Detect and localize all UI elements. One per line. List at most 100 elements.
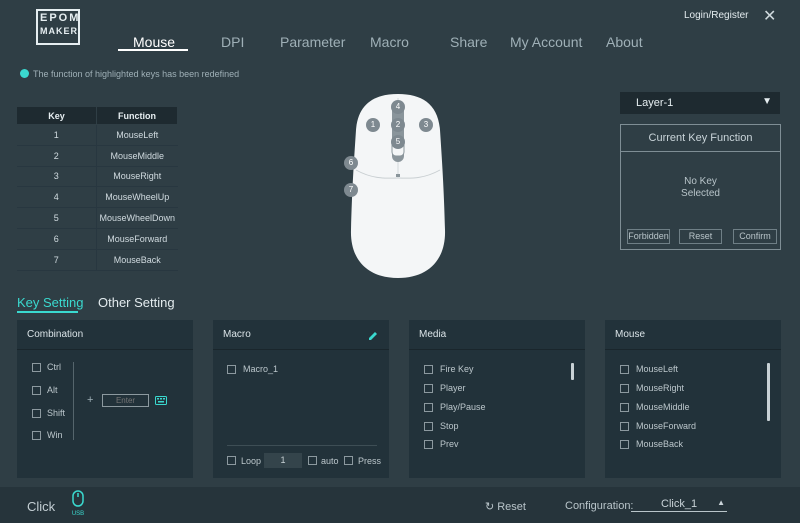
refresh-icon: ↻ xyxy=(485,501,495,513)
close-icon[interactable]: ✕ xyxy=(763,6,776,26)
media-item-checkbox[interactable] xyxy=(424,365,433,374)
macro-divider xyxy=(227,445,377,446)
mouse-item-label: MouseForward xyxy=(636,421,697,431)
table-row[interactable]: 7 MouseBack xyxy=(16,249,178,271)
ctrl-label: Ctrl xyxy=(47,362,61,372)
chevron-up-icon: ▲ xyxy=(717,498,725,507)
reset-configuration-button[interactable]: ↻ Reset xyxy=(485,500,526,513)
configuration-label: Configuration: xyxy=(565,500,634,512)
table-row[interactable]: 3 MouseRight xyxy=(16,166,178,188)
key-cell: 4 xyxy=(16,186,97,209)
media-item-checkbox[interactable] xyxy=(424,384,433,393)
tab-about[interactable]: About xyxy=(606,34,643,50)
mouse-item-checkbox[interactable] xyxy=(620,384,629,393)
no-key-selected-message: No Key Selected xyxy=(621,176,780,200)
media-item-checkbox[interactable] xyxy=(424,422,433,431)
keyboard-icon[interactable] xyxy=(155,396,167,405)
media-item-label: Play/Pause xyxy=(440,402,486,412)
tab-mouse[interactable]: Mouse xyxy=(133,34,175,50)
mouse-button-1-marker[interactable]: 1 xyxy=(366,118,380,132)
forbidden-button[interactable]: Forbidden xyxy=(627,229,670,244)
auto-label: auto xyxy=(321,456,339,466)
mouse-item-checkbox[interactable] xyxy=(620,365,629,374)
usb-mouse-icon[interactable]: USB xyxy=(70,490,86,517)
combination-key-input[interactable] xyxy=(102,394,149,407)
mouse-item-checkbox[interactable] xyxy=(620,403,629,412)
table-row[interactable]: 1 MouseLeft xyxy=(16,124,178,146)
tab-key-setting[interactable]: Key Setting xyxy=(17,295,84,310)
win-label: Win xyxy=(47,430,63,440)
table-row[interactable]: 4 MouseWheelUp xyxy=(16,186,178,209)
combination-title: Combination xyxy=(17,320,193,350)
key-cell: 7 xyxy=(16,249,97,271)
mouse-item-label: MouseBack xyxy=(636,439,684,449)
media-item-checkbox[interactable] xyxy=(424,440,433,449)
key-cell: 2 xyxy=(16,145,97,167)
function-cell: MouseForward xyxy=(96,228,178,250)
mouse-button-5-marker[interactable]: 5 xyxy=(391,135,405,149)
alt-label: Alt xyxy=(47,385,58,395)
current-key-function-title: Current Key Function xyxy=(621,125,780,152)
reset-button[interactable]: Reset xyxy=(679,229,722,244)
mouse-button-6-marker[interactable]: 6 xyxy=(344,156,358,170)
mouse-button-4-marker[interactable]: 4 xyxy=(391,100,405,114)
mouse-item-label: MouseMiddle xyxy=(636,402,690,412)
tab-my-account[interactable]: My Account xyxy=(510,34,582,50)
active-tab-underline xyxy=(118,49,188,51)
epomaker-logo: EPOM MAKER xyxy=(36,9,80,45)
mouse-button-2-marker[interactable]: 2 xyxy=(391,118,405,132)
tab-other-setting[interactable]: Other Setting xyxy=(98,295,175,310)
mouse-button-7-marker[interactable]: 7 xyxy=(344,183,358,197)
press-checkbox[interactable] xyxy=(344,456,353,465)
macro-1-checkbox[interactable] xyxy=(227,365,236,374)
macro-title: Macro xyxy=(213,320,389,350)
shift-checkbox[interactable] xyxy=(32,409,41,418)
mouse-panel-scrollbar[interactable] xyxy=(767,363,770,421)
tab-parameter[interactable]: Parameter xyxy=(280,34,345,50)
reset-label: Reset xyxy=(497,501,526,513)
configuration-select[interactable]: Click_1 ▲ xyxy=(631,498,727,512)
ctrl-checkbox[interactable] xyxy=(32,363,41,372)
loop-checkbox[interactable] xyxy=(227,456,236,465)
confirm-button[interactable]: Confirm xyxy=(733,229,777,244)
mouse-button-3-marker[interactable]: 3 xyxy=(419,118,433,132)
loop-count-stepper[interactable]: 1 xyxy=(264,453,302,468)
media-item-checkbox[interactable] xyxy=(424,403,433,412)
mouse-item-checkbox[interactable] xyxy=(620,440,629,449)
current-key-function-panel: Current Key Function No Key Selected For… xyxy=(620,124,781,250)
column-header-key: Key xyxy=(16,106,97,125)
media-item-label: Prev xyxy=(440,439,459,449)
media-item-label: Player xyxy=(440,383,466,393)
edit-pencil-icon[interactable] xyxy=(368,331,378,341)
no-key-text: No Key xyxy=(684,176,717,187)
press-label: Press xyxy=(358,456,382,466)
function-cell: MouseRight xyxy=(96,166,178,188)
column-header-function: Function xyxy=(96,106,178,125)
tab-share[interactable]: Share xyxy=(450,34,487,50)
table-row[interactable]: 5 MouseWheelDown xyxy=(16,207,178,229)
alt-checkbox[interactable] xyxy=(32,386,41,395)
layer-select[interactable]: Layer-1 ▼ xyxy=(620,92,780,114)
function-cell: MouseWheelDown xyxy=(96,207,178,229)
tab-dpi[interactable]: DPI xyxy=(221,34,244,50)
key-cell: 1 xyxy=(16,124,97,146)
login-register-link[interactable]: Login/Register xyxy=(684,10,748,21)
layer-value: Layer-1 xyxy=(636,97,674,109)
mouse-item-checkbox[interactable] xyxy=(620,422,629,431)
table-row[interactable]: 6 MouseForward xyxy=(16,228,178,250)
chevron-down-icon: ▼ xyxy=(762,96,772,107)
key-cell: 6 xyxy=(16,228,97,250)
media-panel: Media Fire Key Player Play/Pause Stop Pr… xyxy=(409,320,585,478)
plus-sign: + xyxy=(87,394,94,406)
configuration-value: Click_1 xyxy=(661,498,698,510)
selected-text: Selected xyxy=(681,188,720,199)
mouse-diagram: 1 2 3 4 5 6 7 xyxy=(344,90,452,280)
tab-macro[interactable]: Macro xyxy=(370,34,409,50)
table-row[interactable]: 2 MouseMiddle xyxy=(16,145,178,167)
win-checkbox[interactable] xyxy=(32,431,41,440)
media-item-label: Fire Key xyxy=(440,364,474,374)
mouse-panel-title: Mouse xyxy=(605,320,781,350)
function-cell: MouseBack xyxy=(96,249,178,271)
media-scrollbar[interactable] xyxy=(571,363,574,380)
auto-checkbox[interactable] xyxy=(308,456,317,465)
